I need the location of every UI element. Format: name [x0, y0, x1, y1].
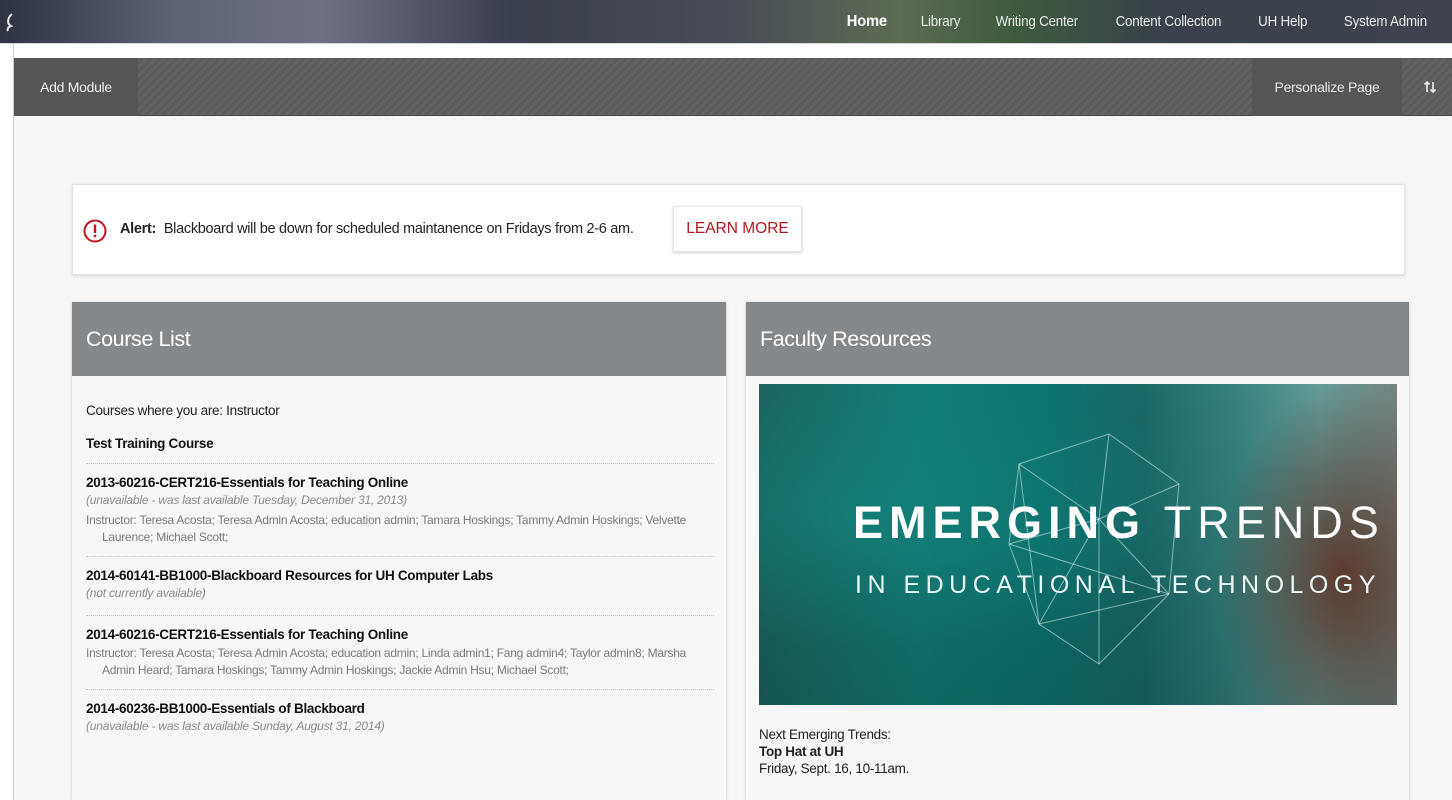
- course-list-body: Courses where you are: Instructor Test T…: [72, 376, 726, 748]
- alert-message: Alert: Blackboard will be down for sched…: [120, 221, 634, 237]
- module-toolbar: Add Module Personalize Page: [14, 58, 1452, 116]
- tab-library[interactable]: Library: [907, 14, 974, 30]
- learn-more-button[interactable]: LEARN MORE: [673, 206, 802, 252]
- next-event-time: Friday, Sept. 16, 10-11am.: [759, 761, 910, 776]
- banner-headline-light: TRENDS: [1163, 497, 1385, 548]
- course-list-module: Course List Courses where you are: Instr…: [72, 302, 726, 800]
- course-item: Test Training Course: [86, 436, 714, 464]
- course-list-title: Course List: [72, 302, 726, 376]
- logo-icon: [6, 13, 14, 32]
- course-status: (unavailable - was last available Sunday…: [86, 719, 385, 733]
- course-status: (not currently available): [86, 586, 206, 600]
- emerging-trends-banner[interactable]: EMERGING TRENDS IN EDUCATIONAL TECHNOLOG…: [759, 384, 1397, 705]
- course-item: 2013-60216-CERT216-Essentials for Teachi…: [86, 475, 714, 557]
- tab-system-admin[interactable]: System Admin: [1330, 14, 1447, 30]
- next-event-label: Next Emerging Trends:: [759, 727, 891, 742]
- course-item: 2014-60141-BB1000-Blackboard Resources f…: [86, 568, 714, 616]
- tab-writing-center[interactable]: Writing Center: [982, 14, 1092, 30]
- main-tabs: Home Library Writing Center Content Coll…: [830, 0, 1452, 44]
- maintenance-alert: Alert: Blackboard will be down for sched…: [72, 184, 1405, 275]
- left-rail: [0, 44, 14, 800]
- course-role-text: Courses where you are: Instructor: [86, 403, 280, 418]
- faculty-resources-body: EMERGING TRENDS IN EDUCATIONAL TECHNOLOG…: [746, 376, 1409, 777]
- faculty-resources-module: Faculty Resources EMERGING TRENDS IN EDU…: [746, 302, 1409, 800]
- course-link[interactable]: Test Training Course: [86, 436, 714, 451]
- personalize-page-button[interactable]: Personalize Page: [1252, 58, 1402, 116]
- course-link[interactable]: 2014-60141-BB1000-Blackboard Resources f…: [86, 568, 714, 583]
- course-instructors: Instructor: Teresa Acosta; Teresa Admin …: [86, 513, 687, 544]
- banner-headline: EMERGING TRENDS: [853, 497, 1385, 549]
- course-link[interactable]: 2014-60236-BB1000-Essentials of Blackboa…: [86, 701, 714, 716]
- tab-uh-help[interactable]: UH Help: [1245, 14, 1322, 30]
- next-event-info: Next Emerging Trends: Top Hat at UH Frid…: [759, 726, 1397, 777]
- course-link[interactable]: 2013-60216-CERT216-Essentials for Teachi…: [86, 475, 714, 490]
- course-item: 2014-60216-CERT216-Essentials for Teachi…: [86, 627, 714, 690]
- tab-home[interactable]: Home: [833, 13, 901, 31]
- banner-subheadline: IN EDUCATIONAL TECHNOLOGY: [855, 571, 1381, 599]
- next-event-title: Top Hat at UH: [759, 744, 844, 759]
- sort-arrows-icon[interactable]: [1414, 58, 1446, 116]
- course-link[interactable]: 2014-60216-CERT216-Essentials for Teachi…: [86, 627, 714, 642]
- course-instructors: Instructor: Teresa Acosta; Teresa Admin …: [86, 646, 687, 677]
- banner-headline-bold: EMERGING: [853, 497, 1147, 548]
- alert-body: Blackboard will be down for scheduled ma…: [163, 221, 634, 237]
- add-module-button[interactable]: Add Module: [14, 58, 138, 116]
- course-status: (unavailable - was last available Tuesda…: [86, 493, 407, 507]
- exclamation-circle-icon: [83, 219, 107, 243]
- faculty-resources-title: Faculty Resources: [746, 302, 1409, 376]
- tab-content-collection[interactable]: Content Collection: [1102, 14, 1235, 30]
- alert-prefix: Alert:: [120, 221, 157, 237]
- wireframe-polyhedron-icon: [1008, 433, 1180, 665]
- top-navigation-bar: Home Library Writing Center Content Coll…: [0, 0, 1452, 44]
- course-item: 2014-60236-BB1000-Essentials of Blackboa…: [86, 701, 714, 748]
